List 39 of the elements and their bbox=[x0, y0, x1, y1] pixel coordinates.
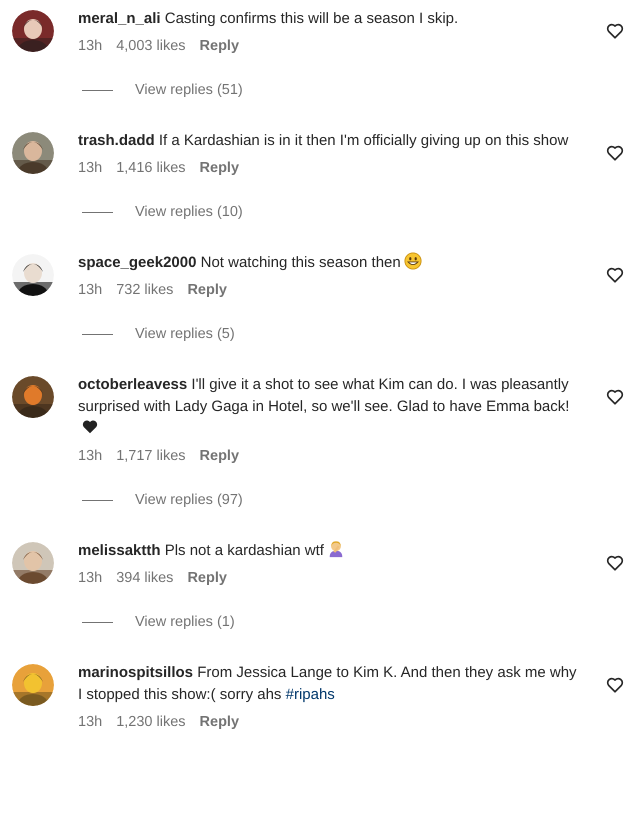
view-replies-button[interactable]: View replies (5) bbox=[135, 326, 235, 342]
view-replies-button[interactable]: View replies (10) bbox=[135, 204, 243, 220]
reply-button[interactable]: Reply bbox=[200, 448, 240, 464]
facepalm-emoji-icon bbox=[326, 540, 345, 558]
comment-time: 13h bbox=[78, 38, 102, 54]
reply-button[interactable]: Reply bbox=[200, 714, 240, 730]
comment-text: space_geek2000 Not watching this season then bbox=[78, 250, 583, 274]
reply-button[interactable]: Reply bbox=[187, 282, 227, 298]
comment-text: marinospitsillos From Jessica Lange to Kim K. And then they ask me why I stopped this show:( sorry ahs #ripahs bbox=[78, 663, 578, 705]
view-replies-button[interactable]: View replies (97) bbox=[135, 492, 243, 508]
like-icon[interactable] bbox=[606, 144, 624, 162]
reply-button[interactable]: Reply bbox=[200, 38, 240, 54]
grinning-face-icon bbox=[404, 252, 422, 270]
comment-time: 13h bbox=[78, 160, 102, 176]
like-count: 1,717 likes bbox=[116, 448, 186, 464]
like-icon[interactable] bbox=[606, 554, 624, 572]
like-icon[interactable] bbox=[606, 388, 624, 406]
hashtag-link[interactable]: #ripahs bbox=[286, 686, 335, 703]
heart-emoji-icon bbox=[81, 418, 99, 436]
like-count: 4,003 likes bbox=[116, 38, 186, 54]
like-count: 1,416 likes bbox=[116, 160, 186, 176]
like-count: 732 likes bbox=[116, 282, 174, 298]
comment-text: melissaktth Pls not a kardashian wtf bbox=[78, 538, 583, 562]
comment-time: 13h bbox=[78, 448, 102, 464]
view-replies-button[interactable]: View replies (51) bbox=[135, 82, 243, 98]
reply-button[interactable]: Reply bbox=[200, 160, 240, 176]
like-icon[interactable] bbox=[606, 676, 624, 694]
view-replies-button[interactable]: View replies (1) bbox=[135, 614, 235, 630]
comment-time: 13h bbox=[78, 570, 102, 586]
comment-time: 13h bbox=[78, 714, 102, 730]
like-count: 1,230 likes bbox=[116, 714, 186, 730]
reply-button[interactable]: Reply bbox=[187, 570, 227, 586]
comment-text: trash.dadd If a Kardashian is in it then I'm officially giving up on this show bbox=[78, 131, 570, 151]
comment-text: meral_n_ali Casting confirms this will be a season I skip. bbox=[78, 9, 460, 29]
comment-text: octoberleavess I'll give it a shot to see what Kim can do. I was pleasantly surprised with Lady Gaga in Hotel, so we'll see. Glad to have Emma back! bbox=[78, 372, 583, 440]
comment-time: 13h bbox=[78, 282, 102, 298]
like-icon[interactable] bbox=[606, 266, 624, 284]
like-count: 394 likes bbox=[116, 570, 174, 586]
like-icon[interactable] bbox=[606, 22, 624, 40]
